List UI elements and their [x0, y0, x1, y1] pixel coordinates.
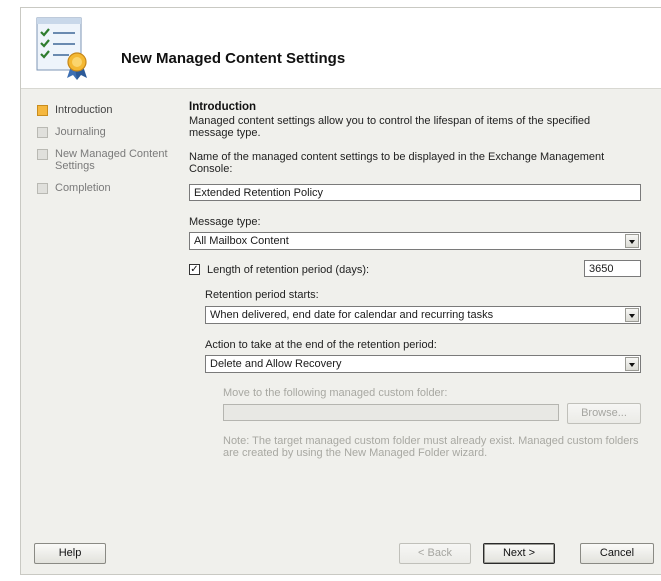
nav-step-label: New Managed Content Settings: [55, 148, 168, 172]
wizard-header: New Managed Content Settings: [21, 8, 661, 89]
checklist-certificate-icon: [36, 17, 87, 80]
nav-step-label: Introduction: [55, 104, 113, 116]
nav-step-introduction: Introduction: [35, 104, 175, 116]
name-label: Name of the managed content settings to …: [189, 151, 605, 175]
wizard-title: New Managed Content Settings: [121, 50, 346, 67]
pending-step-icon: [37, 183, 48, 194]
message-type-value: All Mailbox Content: [194, 235, 289, 247]
message-type-select[interactable]: All Mailbox Content: [189, 232, 641, 250]
nav-step-label: Completion: [55, 182, 111, 194]
message-type-label: Message type:: [189, 216, 261, 228]
back-button[interactable]: < Back: [399, 543, 471, 564]
retention-checkbox[interactable]: ✓: [189, 264, 200, 275]
section-title: Introduction: [189, 101, 257, 113]
nav-step-completion: Completion: [35, 182, 175, 194]
nav-step-new-managed-content-settings: New Managed Content Settings: [35, 148, 175, 172]
help-button[interactable]: Help: [34, 543, 106, 564]
retention-starts-select[interactable]: When delivered, end date for calendar an…: [205, 306, 641, 324]
retention-starts-value: When delivered, end date for calendar an…: [210, 309, 494, 321]
chevron-down-icon[interactable]: [625, 308, 639, 322]
retention-checkbox-label: Length of retention period (days):: [207, 264, 370, 276]
name-field[interactable]: Extended Retention Policy: [189, 184, 641, 201]
retention-days-field[interactable]: 3650: [584, 260, 641, 277]
action-select[interactable]: Delete and Allow Recovery: [205, 355, 641, 373]
retention-starts-label: Retention period starts:: [205, 289, 319, 301]
action-label: Action to take at the end of the retenti…: [205, 339, 437, 351]
move-folder-note: Note: The target managed custom folder m…: [223, 435, 639, 459]
cancel-button[interactable]: Cancel: [580, 543, 654, 564]
current-step-icon: [37, 105, 48, 116]
intro-description: Managed content settings allow you to co…: [189, 115, 591, 139]
browse-button[interactable]: Browse...: [567, 403, 641, 424]
pending-step-icon: [37, 149, 48, 160]
move-folder-label: Move to the following managed custom fol…: [223, 387, 448, 399]
action-value: Delete and Allow Recovery: [210, 358, 342, 370]
nav-step-label: Journaling: [55, 126, 106, 138]
wizard-steps-nav: Introduction Journaling New Managed Cont…: [35, 104, 175, 204]
chevron-down-icon[interactable]: [625, 234, 639, 248]
nav-step-journaling: Journaling: [35, 126, 175, 138]
next-button[interactable]: Next >: [483, 543, 555, 564]
move-folder-field[interactable]: [223, 404, 559, 421]
pending-step-icon: [37, 127, 48, 138]
chevron-down-icon[interactable]: [625, 357, 639, 371]
wizard-dialog: New Managed Content Settings Introductio…: [20, 7, 661, 575]
